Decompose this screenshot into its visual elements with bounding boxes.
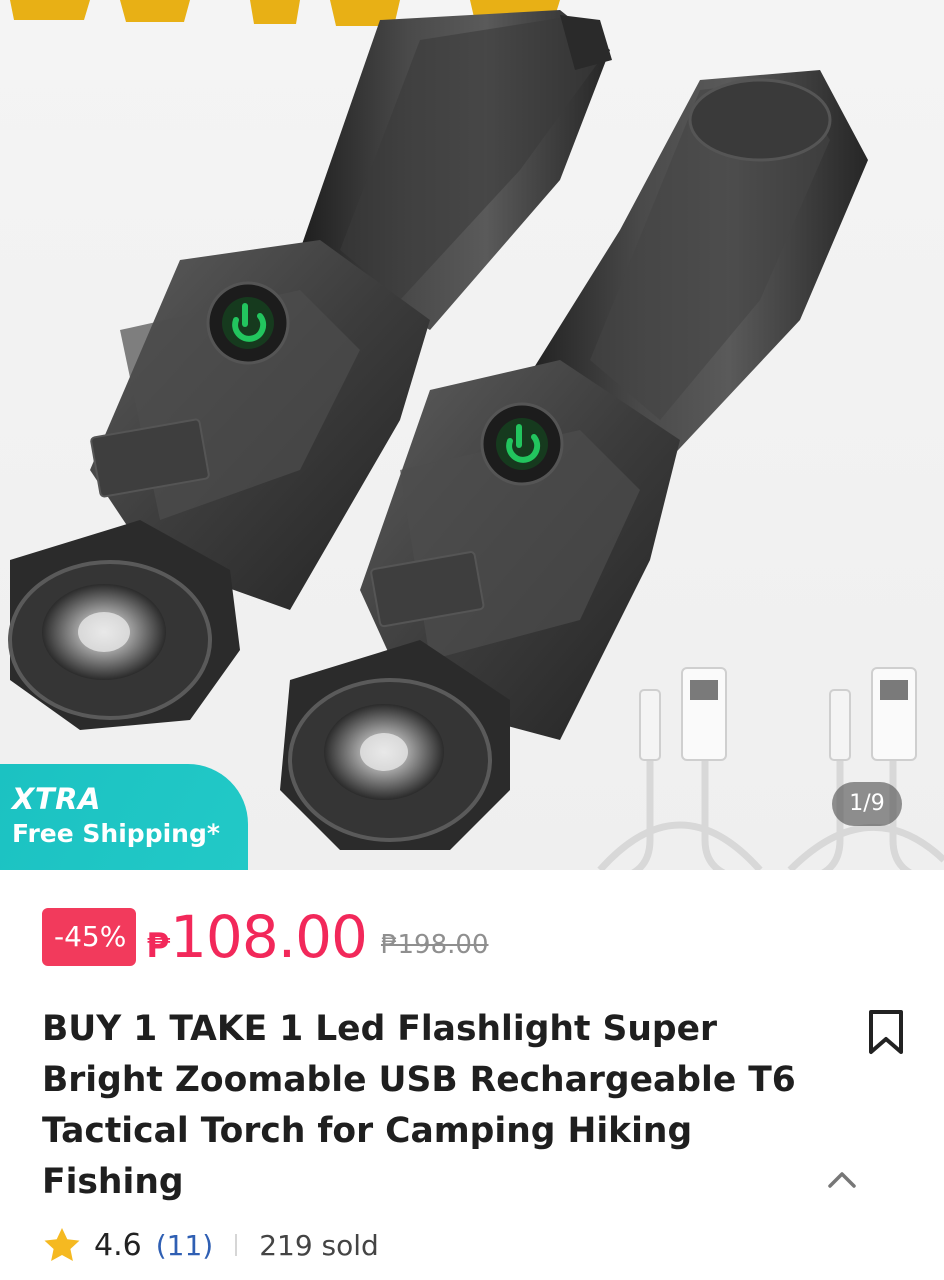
badge-subtitle: Free Shipping* <box>12 819 220 848</box>
product-title: BUY 1 TAKE 1 Led Flashlight Super Bright… <box>42 1009 796 1202</box>
collapse-title-button[interactable] <box>822 1160 862 1200</box>
image-page-indicator: 1/9 <box>832 782 902 826</box>
original-price: ₱198.00 <box>380 930 489 960</box>
rating-row: 4.6 (11) 219 sold <box>42 1222 379 1268</box>
xtra-free-shipping-badge: XTRA Free Shipping* <box>0 764 248 870</box>
star-icon <box>44 1228 80 1261</box>
product-image <box>8 0 944 870</box>
sold-count: 219 sold <box>259 1228 379 1262</box>
bookmark-icon <box>869 1010 903 1054</box>
rating-value: 4.6 <box>94 1227 142 1263</box>
price-row: -45% ₱ 108.00 ₱198.00 <box>42 903 489 971</box>
divider <box>235 1234 238 1256</box>
product-image-gallery[interactable]: XTRA Free Shipping* 1/9 <box>0 0 944 870</box>
usb-connectors <box>639 667 917 761</box>
review-count-link[interactable]: (11) <box>156 1229 213 1262</box>
discount-badge: -45% <box>42 908 137 966</box>
badge-title: XTRA <box>12 782 101 816</box>
current-price: ₱ 108.00 <box>146 903 368 971</box>
product-detail-page: XTRA Free Shipping* 1/9 -45% ₱ 108.00 ₱1… <box>0 0 944 1280</box>
price-amount: 108.00 <box>170 903 368 971</box>
bookmark-button[interactable] <box>866 1008 906 1056</box>
chevron-up-icon <box>828 1172 856 1188</box>
currency-symbol: ₱ <box>146 926 171 966</box>
